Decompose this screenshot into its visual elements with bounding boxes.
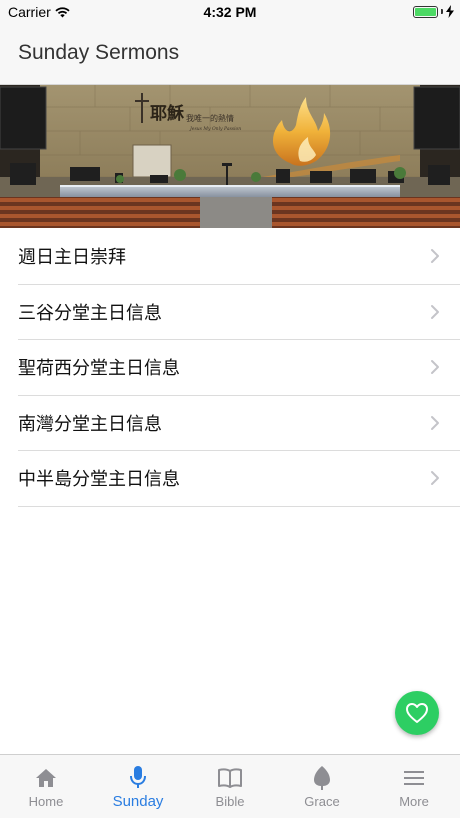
charging-bolt-icon [446, 5, 454, 18]
home-icon [36, 769, 56, 787]
list-item-label: 聖荷西分堂主日信息 [18, 358, 180, 380]
battery-fill [415, 7, 436, 16]
chevron-right-icon [431, 304, 439, 319]
status-right [413, 5, 454, 18]
tab-label: Grace [304, 794, 340, 809]
leaf-icon [314, 766, 330, 790]
tab-label: Sunday [112, 793, 164, 810]
list-item-san-jose[interactable]: 聖荷西分堂主日信息 [18, 340, 460, 396]
book-icon [218, 768, 242, 788]
battery-icon [413, 5, 438, 18]
navigation-bar: Sunday Sermons [0, 24, 460, 85]
tab-home[interactable]: Home [0, 755, 92, 818]
list-item-label: 中半島分堂主日信息 [18, 469, 180, 491]
tab-bar: Home Sunday Bible Grace More [0, 754, 460, 818]
tab-label: Home [28, 794, 64, 809]
list-item-tri-valley[interactable]: 三谷分堂主日信息 [18, 285, 460, 340]
tab-label: More [399, 794, 429, 809]
status-bar: Carrier 4:32 PM [0, 0, 460, 24]
list-item-mid-peninsula[interactable]: 中半島分堂主日信息 [18, 451, 460, 507]
tab-grace-icon-wrap [309, 765, 335, 791]
microphone-icon [130, 766, 146, 788]
list-item-label: 南灣分堂主日信息 [18, 413, 162, 435]
sanctuary-illustration: 耶穌 我唯一的熱情 Jesus My Only Passion [0, 85, 460, 228]
tab-sunday-icon-wrap [125, 765, 151, 791]
chevron-right-icon [431, 360, 439, 375]
tab-bible-icon-wrap [217, 765, 243, 791]
banner-main-text: 耶穌 [150, 103, 185, 124]
chevron-right-icon [431, 471, 439, 486]
chevron-right-icon [431, 415, 439, 430]
tab-home-icon-wrap [33, 765, 59, 791]
tab-more[interactable]: More [368, 755, 460, 818]
tab-label: Bible [215, 794, 245, 809]
battery-tip [441, 9, 443, 14]
favorite-button[interactable] [395, 691, 439, 735]
list-item-label: 三谷分堂主日信息 [18, 302, 162, 324]
sanctuary-banner-image: 耶穌 我唯一的熱情 Jesus My Only Passion [0, 85, 460, 228]
page-title: Sunday Sermons [18, 41, 180, 64]
heart-outline-icon [406, 703, 428, 723]
tab-more-icon-wrap [401, 765, 427, 791]
banner-english-text: Jesus My Only Passion [189, 126, 241, 132]
menu-icon [404, 771, 424, 785]
list-item-sunday-worship[interactable]: 週日主日崇拜 [18, 229, 460, 285]
banner-side-text: 我唯一的熱情 [186, 113, 234, 123]
chevron-right-icon [431, 249, 439, 264]
sermon-list: 週日主日崇拜 三谷分堂主日信息 聖荷西分堂主日信息 南灣分堂主日信息 中半島分堂… [0, 229, 460, 507]
tab-sunday[interactable]: Sunday [92, 755, 184, 818]
list-item-label: 週日主日崇拜 [18, 247, 126, 269]
status-time: 4:32 PM [203, 4, 257, 20]
list-item-south-bay[interactable]: 南灣分堂主日信息 [18, 396, 460, 451]
tab-grace[interactable]: Grace [276, 755, 368, 818]
tab-bible[interactable]: Bible [184, 755, 276, 818]
